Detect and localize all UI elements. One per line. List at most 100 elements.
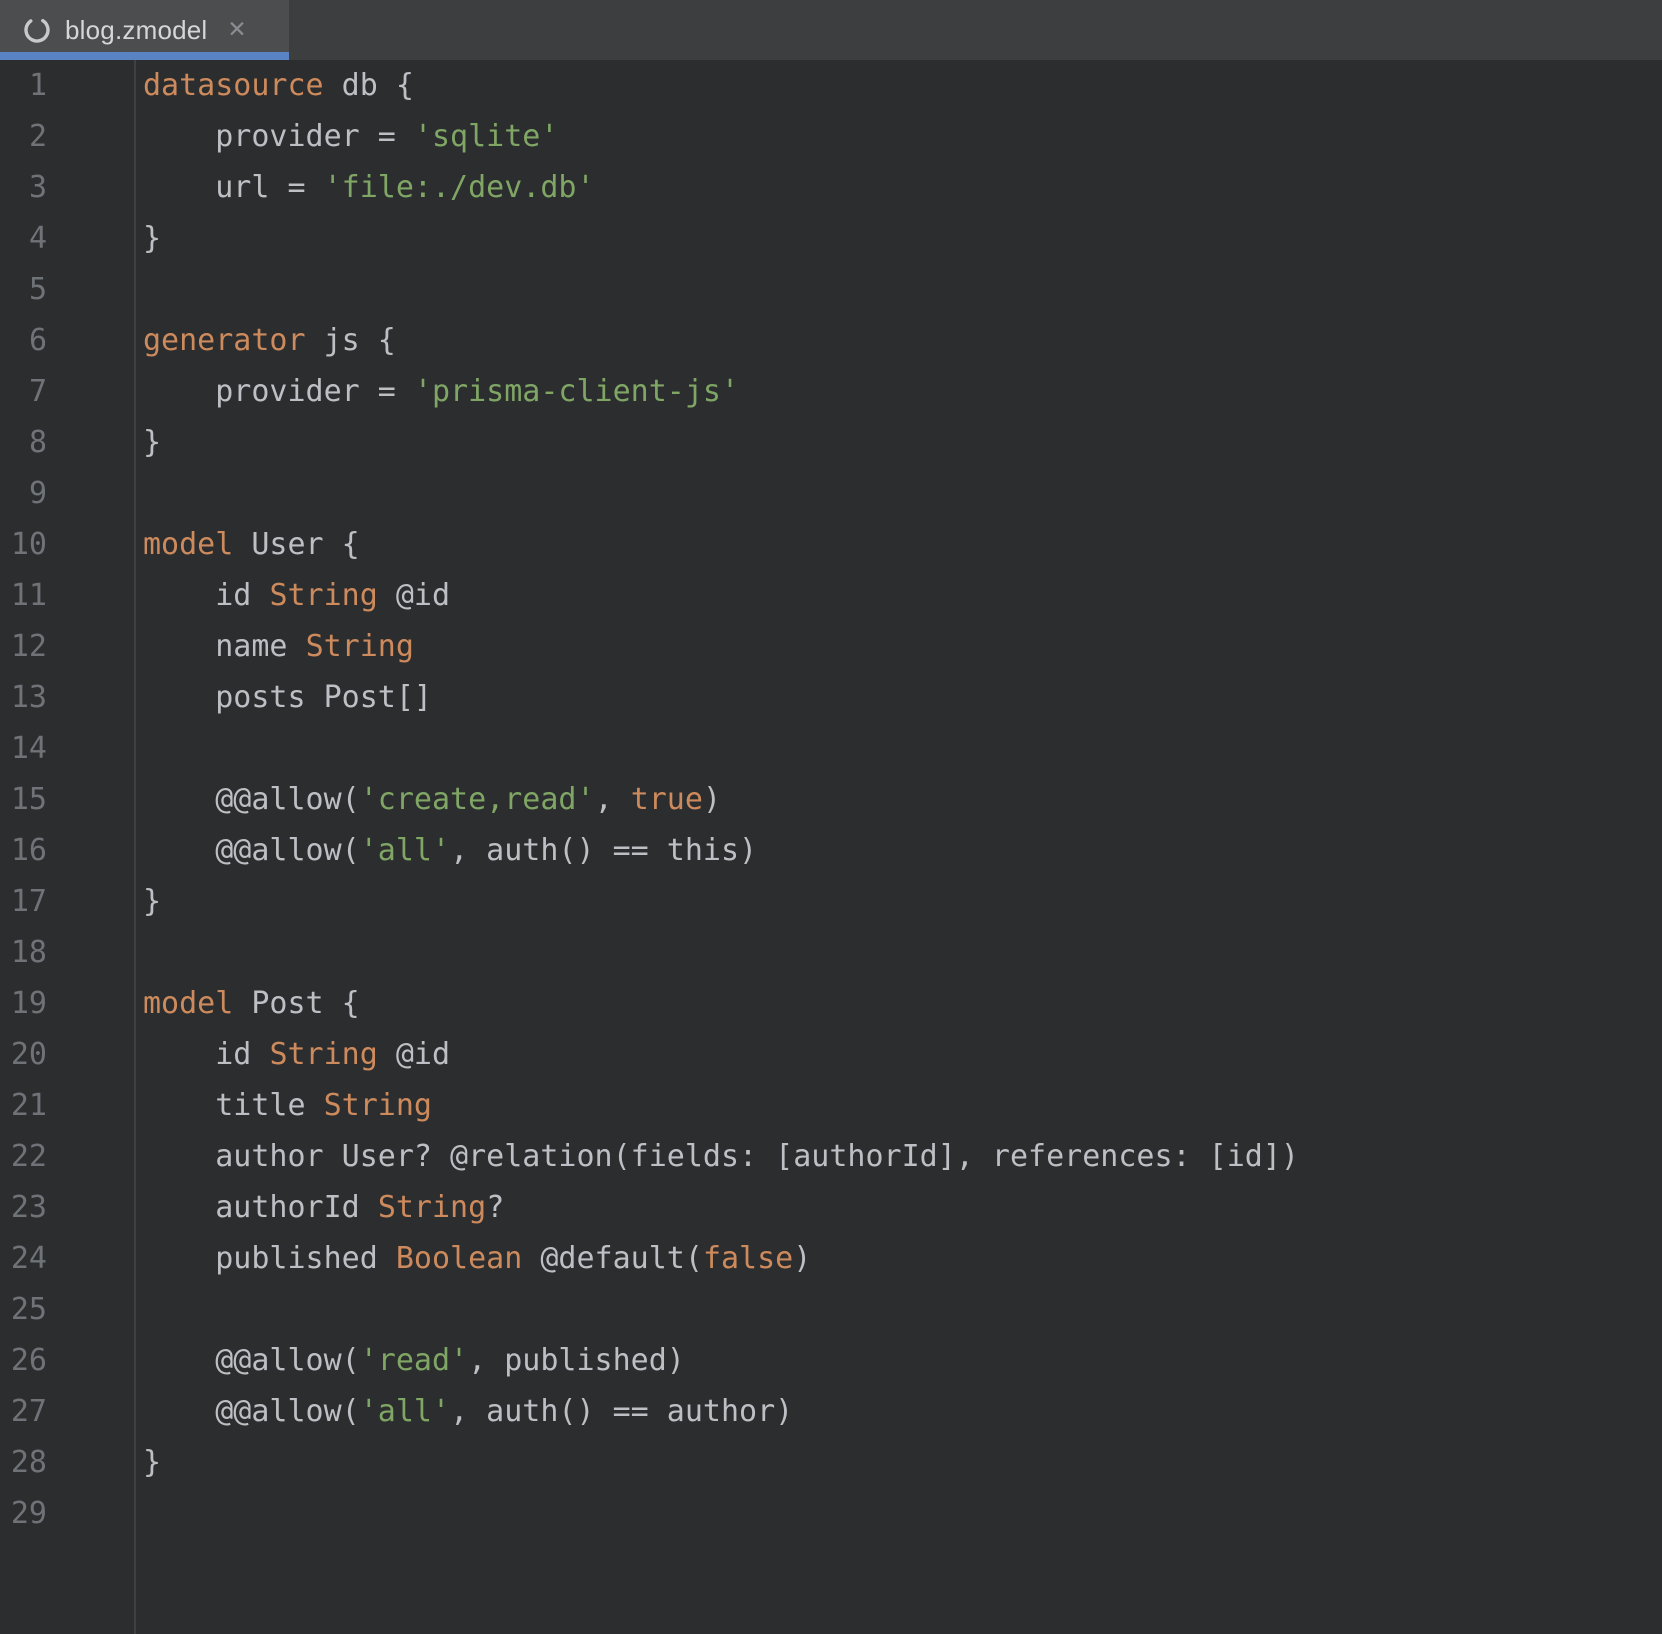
code-text: generator js { <box>143 315 1662 366</box>
code-text: author User? @relation(fields: [authorId… <box>143 1131 1662 1182</box>
gutter-space <box>47 1284 143 1335</box>
line-number: 25 <box>0 1284 47 1335</box>
code-text <box>143 723 1662 774</box>
editor-lines: 1datasource db {2 provider = 'sqlite'3 u… <box>0 60 1662 1539</box>
code-line[interactable]: 23 authorId String? <box>0 1182 1662 1233</box>
gutter-space <box>47 1233 143 1284</box>
gutter-space <box>47 111 143 162</box>
gutter-space <box>47 417 143 468</box>
code-line[interactable]: 8} <box>0 417 1662 468</box>
code-line[interactable]: 16 @@allow('all', auth() == this) <box>0 825 1662 876</box>
code-line[interactable]: 1datasource db { <box>0 60 1662 111</box>
code-text: } <box>143 1437 1662 1488</box>
code-line[interactable]: 26 @@allow('read', published) <box>0 1335 1662 1386</box>
code-line[interactable]: 10 model User { <box>0 519 1662 570</box>
code-text: @@allow('create,read', true) <box>143 774 1662 825</box>
gutter-space <box>47 723 143 774</box>
code-line[interactable]: 21 title String <box>0 1080 1662 1131</box>
line-number: 19 <box>0 978 47 1029</box>
line-number: 9 <box>0 468 47 519</box>
code-text: title String <box>143 1080 1662 1131</box>
gutter-space <box>47 1029 143 1080</box>
tab-title: blog.zmodel <box>65 15 207 46</box>
close-icon[interactable]: ✕ <box>223 17 250 44</box>
code-line[interactable]: 25 <box>0 1284 1662 1335</box>
code-line[interactable]: 5 <box>0 264 1662 315</box>
gutter-space <box>47 1386 143 1437</box>
code-line[interactable]: 20 id String @id <box>0 1029 1662 1080</box>
code-text: @@allow('all', auth() == author) <box>143 1386 1662 1437</box>
active-tab-indicator <box>0 52 289 60</box>
gutter-space <box>47 1335 143 1386</box>
gutter-space <box>47 315 143 366</box>
gutter-space <box>47 366 143 417</box>
line-number: 21 <box>0 1080 47 1131</box>
line-number: 24 <box>0 1233 47 1284</box>
code-text: @@allow('all', auth() == this) <box>143 825 1662 876</box>
gutter-space <box>47 825 143 876</box>
tab-blog-zmodel[interactable]: blog.zmodel ✕ <box>0 0 289 60</box>
code-line[interactable]: 15 @@allow('create,read', true) <box>0 774 1662 825</box>
code-line[interactable]: 7 provider = 'prisma-client-js' <box>0 366 1662 417</box>
code-text: name String <box>143 621 1662 672</box>
code-text: id String @id <box>143 570 1662 621</box>
gutter-space <box>47 60 143 111</box>
code-line[interactable]: 28} <box>0 1437 1662 1488</box>
code-text: posts Post[] <box>143 672 1662 723</box>
code-line[interactable]: 22 author User? @relation(fields: [autho… <box>0 1131 1662 1182</box>
gutter-space <box>47 876 143 927</box>
line-number: 3 <box>0 162 47 213</box>
gutter-space <box>47 1488 143 1539</box>
code-text: model User { <box>143 519 1662 570</box>
code-line[interactable]: 13 posts Post[] <box>0 672 1662 723</box>
gutter-space <box>47 1437 143 1488</box>
line-number: 15 <box>0 774 47 825</box>
gutter-space <box>47 519 143 570</box>
code-text <box>143 1488 1662 1539</box>
code-line[interactable]: 2 provider = 'sqlite' <box>0 111 1662 162</box>
code-line[interactable]: 6generator js { <box>0 315 1662 366</box>
gutter-space <box>47 774 143 825</box>
code-line[interactable]: 4} <box>0 213 1662 264</box>
line-number: 11 <box>0 570 47 621</box>
gutter-space <box>47 927 143 978</box>
line-number: 14 <box>0 723 47 774</box>
code-text: url = 'file:./dev.db' <box>143 162 1662 213</box>
gutter-space <box>47 570 143 621</box>
code-line[interactable]: 17} <box>0 876 1662 927</box>
line-number: 20 <box>0 1029 47 1080</box>
code-text: provider = 'sqlite' <box>143 111 1662 162</box>
ide-window: blog.zmodel ✕ 1datasource db {2 provider… <box>0 0 1662 1634</box>
code-editor[interactable]: 1datasource db {2 provider = 'sqlite'3 u… <box>0 60 1662 1634</box>
code-text: } <box>143 417 1662 468</box>
line-number: 26 <box>0 1335 47 1386</box>
code-line[interactable]: 27 @@allow('all', auth() == author) <box>0 1386 1662 1437</box>
line-number: 7 <box>0 366 47 417</box>
gutter-space <box>47 978 143 1029</box>
gutter-space <box>47 264 143 315</box>
line-number: 12 <box>0 621 47 672</box>
line-number: 4 <box>0 213 47 264</box>
code-line[interactable]: 18 <box>0 927 1662 978</box>
line-number: 27 <box>0 1386 47 1437</box>
line-number: 16 <box>0 825 47 876</box>
line-number: 10 <box>0 519 47 570</box>
gutter-space <box>47 468 143 519</box>
code-line[interactable]: 11 id String @id <box>0 570 1662 621</box>
code-text: published Boolean @default(false) <box>143 1233 1662 1284</box>
code-line[interactable]: 9 <box>0 468 1662 519</box>
gutter-space <box>47 1182 143 1233</box>
code-text: id String @id <box>143 1029 1662 1080</box>
code-line[interactable]: 3 url = 'file:./dev.db' <box>0 162 1662 213</box>
code-text <box>143 927 1662 978</box>
code-line[interactable]: 24 published Boolean @default(false) <box>0 1233 1662 1284</box>
code-line[interactable]: 14 <box>0 723 1662 774</box>
gutter-space <box>47 213 143 264</box>
code-line[interactable]: 12 name String <box>0 621 1662 672</box>
code-line[interactable]: 19model Post { <box>0 978 1662 1029</box>
code-text <box>143 1284 1662 1335</box>
code-text: } <box>143 213 1662 264</box>
gutter-space <box>47 672 143 723</box>
editor-tab-bar: blog.zmodel ✕ <box>0 0 1662 60</box>
code-line[interactable]: 29 <box>0 1488 1662 1539</box>
